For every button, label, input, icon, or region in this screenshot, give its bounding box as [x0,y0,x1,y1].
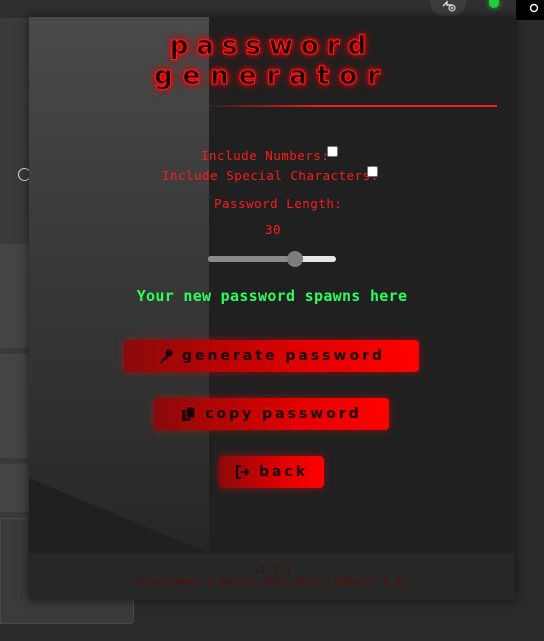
background-card [0,464,30,512]
version-text: v1.3.3 [253,565,291,576]
copy-password-button[interactable]: Copy Password [154,398,389,430]
password-generator-popup: Password Generator Include Numbers: Incl… [29,17,515,600]
title-line-1: Password [169,31,375,62]
password-length-slider[interactable] [208,251,336,267]
generate-button-label: Generate Password [181,348,385,364]
popup-sheen [29,17,209,553]
password-length-value: 30 [265,222,282,237]
footer: v1.3.3 Development & Design 2022-2023 © … [29,553,515,600]
back-button[interactable]: Back [219,456,324,488]
copy-icon [181,406,197,422]
generate-password-button[interactable]: Generate Password [124,340,419,372]
background-card [0,244,30,348]
sign-out-icon [235,464,251,480]
password-length-label: Password Length: [214,196,343,211]
title-divider [199,105,497,107]
gear-icon[interactable] [528,2,540,17]
include-numbers-checkbox[interactable] [327,146,338,157]
key-icon [158,348,174,364]
slider-fill [208,256,296,262]
slider-thumb[interactable] [287,251,304,267]
copy-button-label: Copy Password [205,406,362,422]
password-output: Your new password spawns here [136,287,408,305]
background-card [0,354,30,458]
back-button-label: Back [258,464,309,480]
title-line-2: Generator [154,61,390,92]
include-numbers-label: Include Numbers: [201,148,330,163]
app-title: Password Generator [69,31,475,92]
credit-text: Development & Design 2022-2023 © S3R43o3… [136,577,408,588]
extension-icon[interactable] [440,0,456,15]
include-special-checkbox[interactable] [367,166,378,177]
include-special-label: Include Special Characters: [162,168,379,183]
